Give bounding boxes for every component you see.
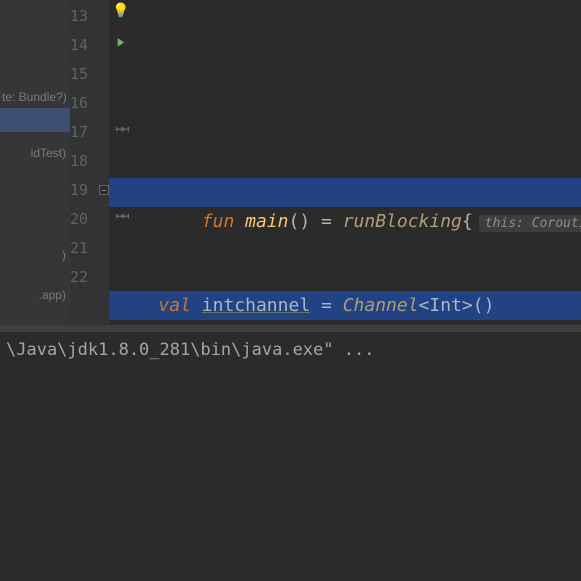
- project-item-selected[interactable]: [0, 108, 70, 132]
- operator: =: [321, 295, 332, 316]
- line-number[interactable]: 17: [70, 118, 108, 147]
- type: Channel: [343, 295, 419, 316]
- operator: =: [321, 211, 332, 232]
- line-number[interactable]: 21: [70, 234, 108, 263]
- console-panel[interactable]: \Java\jdk1.8.0_281\bin\java.exe" ...: [0, 325, 581, 581]
- keyword: fun: [202, 211, 235, 232]
- code-editor[interactable]: 13 14 15 16 17 18 19 20 21 22 💡 ▶ ↦↤ ↦↤ …: [70, 0, 581, 325]
- project-item[interactable]: ): [0, 244, 70, 266]
- line-number[interactable]: 13: [70, 2, 108, 31]
- code-line[interactable]: [109, 65, 581, 94]
- keyword: val: [158, 295, 191, 316]
- project-pane[interactable]: te: Bundle?) idTest) ) .app): [0, 0, 70, 325]
- function-name: main: [245, 211, 288, 232]
- line-number[interactable]: 20: [70, 205, 108, 234]
- line-number[interactable]: 15: [70, 60, 108, 89]
- line-number[interactable]: 16: [70, 89, 108, 118]
- call: runBlocking: [343, 211, 462, 232]
- identifier: intchannel: [202, 295, 310, 316]
- project-item[interactable]: idTest): [0, 142, 70, 164]
- line-number[interactable]: 14: [70, 31, 108, 60]
- brace: {: [462, 211, 473, 232]
- project-item[interactable]: .app): [0, 284, 70, 306]
- code-line[interactable]: val intchannel = Channel<Int>(): [109, 291, 581, 320]
- type: Int: [429, 295, 462, 316]
- ide-window: { "project": { "items": [ { "label": "te…: [0, 0, 581, 581]
- project-item[interactable]: te: Bundle?): [0, 86, 70, 108]
- code-area[interactable]: fun main() = runBlocking{this: Coroutine…: [109, 0, 581, 325]
- line-number[interactable]: 18: [70, 147, 108, 176]
- line-number[interactable]: 22: [70, 263, 108, 292]
- console-output[interactable]: \Java\jdk1.8.0_281\bin\java.exe" ...: [0, 332, 581, 368]
- gutter[interactable]: 13 14 15 16 17 18 19 20 21 22: [70, 0, 108, 325]
- fold-icon[interactable]: [99, 185, 109, 195]
- inlay-hint: this: CoroutineS: [479, 215, 581, 232]
- code-line[interactable]: fun main() = runBlocking{this: Coroutine…: [109, 178, 581, 207]
